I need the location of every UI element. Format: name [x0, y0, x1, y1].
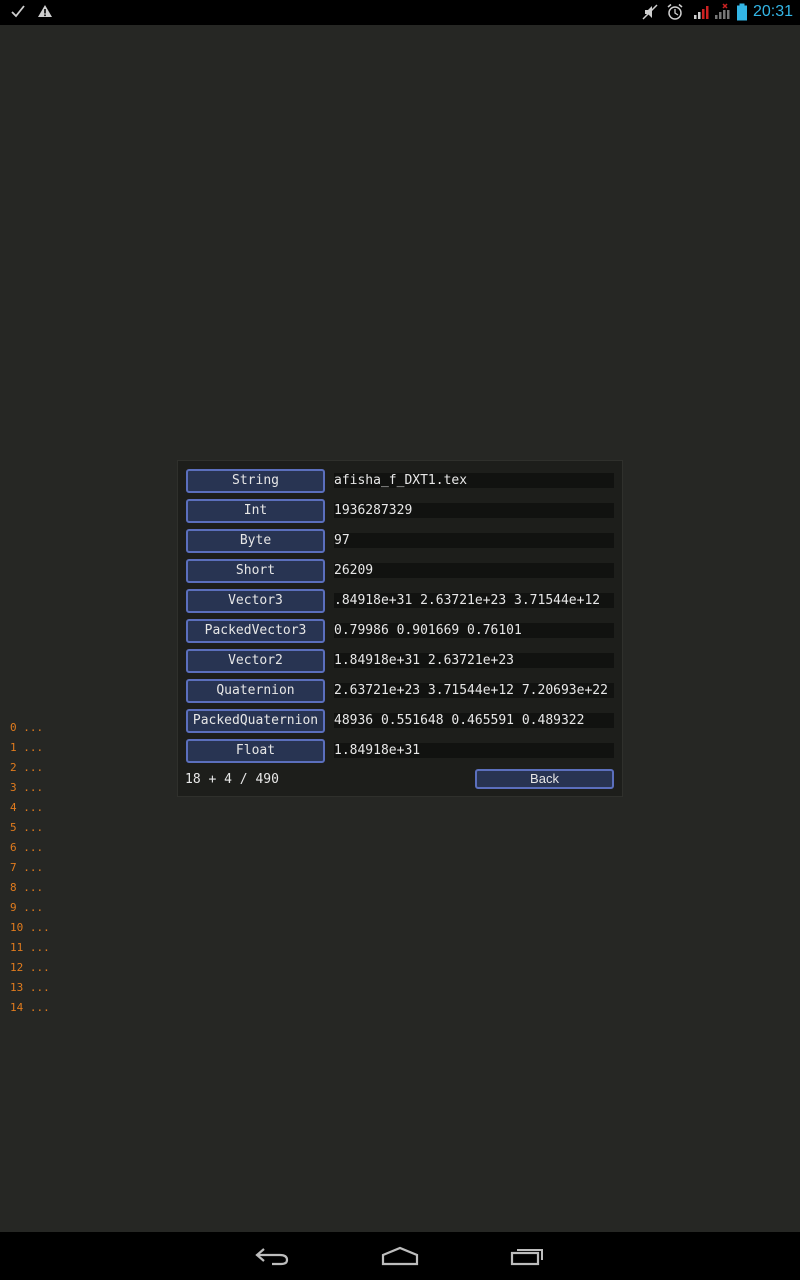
byte-type-button[interactable]: Byte	[186, 529, 325, 553]
recent-apps-icon	[510, 1249, 543, 1266]
check-icon	[10, 3, 26, 23]
list-item[interactable]: 14 ...	[10, 1001, 50, 1021]
type-row-vector2: Vector2 1.84918e+31 2.63721e+23	[186, 649, 616, 675]
signal-icon	[713, 3, 731, 25]
type-row-packed-quaternion: PackedQuaternion 48936 0.551648 0.465591…	[186, 709, 616, 735]
list-item[interactable]: 0 ...	[10, 721, 50, 741]
vector2-type-button[interactable]: Vector2	[186, 649, 325, 673]
type-view-dialog: String afisha_f_DXT1.tex Int 1936287329 …	[177, 460, 623, 797]
back-button[interactable]: Back	[475, 769, 614, 789]
list-item[interactable]: 6 ...	[10, 841, 50, 861]
warning-icon	[37, 3, 53, 23]
list-item[interactable]: 10 ...	[10, 921, 50, 941]
quaternion-value-field[interactable]: 2.63721e+23 3.71544e+12 7.20693e+22	[334, 683, 614, 698]
nav-back-button[interactable]	[232, 1232, 312, 1280]
string-value-field[interactable]: afisha_f_DXT1.tex	[334, 473, 614, 488]
nav-home-button[interactable]	[360, 1232, 440, 1280]
battery-icon	[736, 3, 748, 25]
vector3-type-button[interactable]: Vector3	[186, 589, 325, 613]
type-row-quaternion: Quaternion 2.63721e+23 3.71544e+12 7.206…	[186, 679, 616, 705]
list-item[interactable]: 9 ...	[10, 901, 50, 921]
packed-vector3-value-field[interactable]: 0.79986 0.901669 0.76101	[334, 623, 614, 638]
vector2-value-field[interactable]: 1.84918e+31 2.63721e+23	[334, 653, 614, 668]
alarm-icon	[666, 3, 684, 25]
type-row-int: Int 1936287329	[186, 499, 616, 525]
list-item[interactable]: 7 ...	[10, 861, 50, 881]
list-item[interactable]: 3 ...	[10, 781, 50, 801]
quaternion-type-button[interactable]: Quaternion	[186, 679, 325, 703]
float-value-field[interactable]: 1.84918e+31	[334, 743, 614, 758]
byte-value-field[interactable]: 97	[334, 533, 614, 548]
type-row-vector3: Vector3 .84918e+31 2.63721e+23 3.71544e+…	[186, 589, 616, 615]
offset-counter: 18 + 4 / 490	[185, 772, 279, 787]
item-list: 0 ... 1 ... 2 ... 3 ... 4 ... 5 ... 6 ..…	[10, 721, 50, 1021]
list-item[interactable]: 4 ...	[10, 801, 50, 821]
list-item[interactable]: 5 ...	[10, 821, 50, 841]
list-item[interactable]: 1 ...	[10, 741, 50, 761]
list-item[interactable]: 13 ...	[10, 981, 50, 1001]
list-item[interactable]: 2 ...	[10, 761, 50, 781]
list-item[interactable]: 11 ...	[10, 941, 50, 961]
packed-vector3-type-button[interactable]: PackedVector3	[186, 619, 325, 643]
type-row-packed-vector3: PackedVector3 0.79986 0.901669 0.76101	[186, 619, 616, 645]
type-row-string: String afisha_f_DXT1.tex	[186, 469, 616, 495]
mute-icon	[641, 3, 659, 25]
list-item[interactable]: 12 ...	[10, 961, 50, 981]
string-type-button[interactable]: String	[186, 469, 325, 493]
float-type-button[interactable]: Float	[186, 739, 325, 763]
nav-recent-apps-button[interactable]	[488, 1232, 568, 1280]
status-bar: 20:31	[0, 0, 800, 25]
short-value-field[interactable]: 26209	[334, 563, 614, 578]
back-icon	[255, 1248, 289, 1266]
packed-quaternion-value-field[interactable]: 48936 0.551648 0.465591 0.489322	[334, 713, 614, 728]
status-clock: 20:31	[752, 3, 793, 20]
int-type-button[interactable]: Int	[186, 499, 325, 523]
signal-no-data-icon	[692, 3, 710, 25]
packed-quaternion-type-button[interactable]: PackedQuaternion	[186, 709, 325, 733]
type-row-float: Float 1.84918e+31	[186, 739, 616, 765]
type-row-byte: Byte 97	[186, 529, 616, 555]
vector3-value-field[interactable]: .84918e+31 2.63721e+23 3.71544e+12	[334, 593, 614, 608]
type-row-short: Short 26209	[186, 559, 616, 585]
int-value-field[interactable]: 1936287329	[334, 503, 614, 518]
navigation-bar	[0, 1232, 800, 1280]
short-type-button[interactable]: Short	[186, 559, 325, 583]
list-item[interactable]: 8 ...	[10, 881, 50, 901]
home-icon	[381, 1246, 419, 1266]
